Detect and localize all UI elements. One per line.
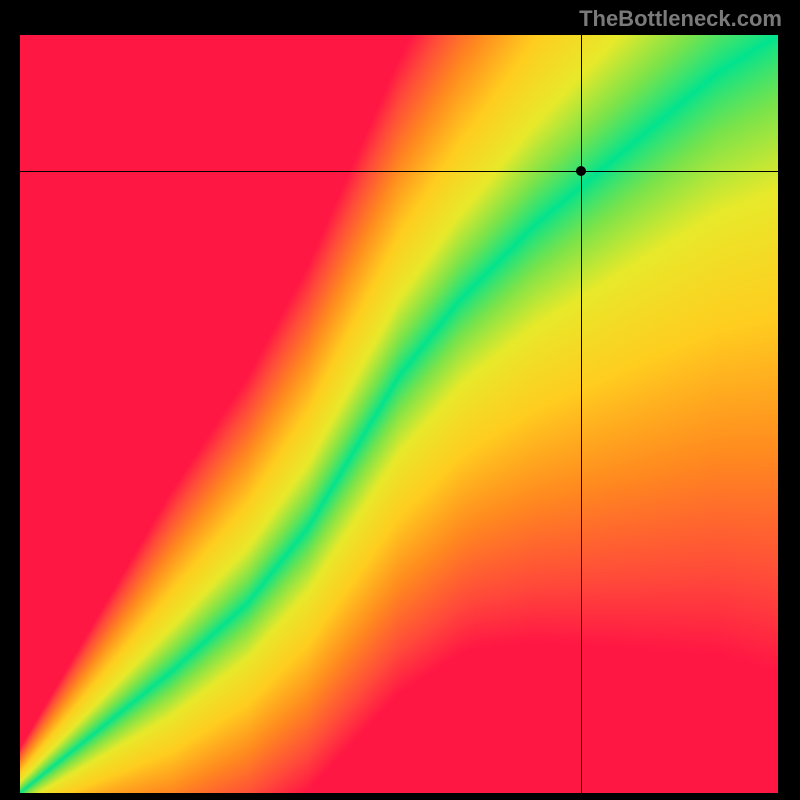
heatmap-canvas [20, 35, 778, 793]
crosshair-horizontal [20, 171, 778, 172]
crosshair-marker [576, 166, 586, 176]
crosshair-vertical [581, 35, 582, 793]
plot-area [20, 35, 778, 793]
chart-container: TheBottleneck.com [0, 0, 800, 800]
attribution-text: TheBottleneck.com [579, 6, 782, 32]
